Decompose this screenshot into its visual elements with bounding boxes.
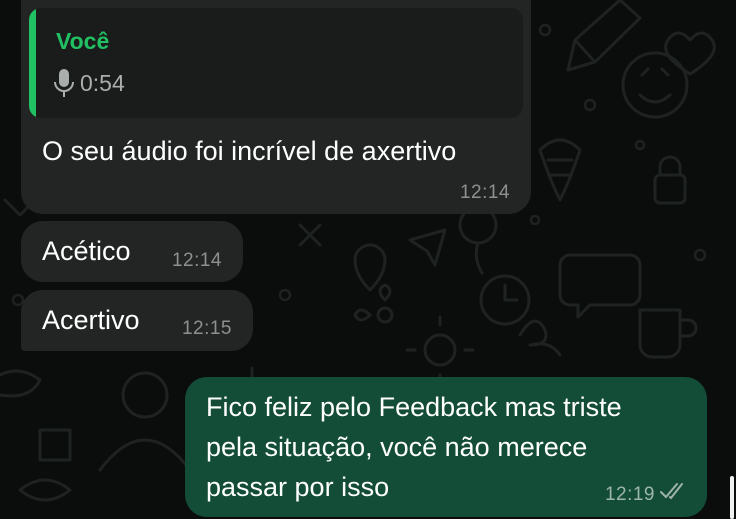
message-text-line: Fico feliz pelo Feedback mas triste bbox=[206, 392, 622, 422]
incoming-message-bubble[interactable]: Acético 12:14 bbox=[21, 221, 243, 282]
incoming-message-bubble[interactable]: Você 0:54 O seu áudio foi incrível de ax… bbox=[21, 0, 531, 214]
double-check-icon bbox=[660, 483, 683, 499]
message-text: Acético bbox=[42, 236, 131, 266]
quote-audio: 0:54 bbox=[53, 68, 125, 98]
outgoing-message-bubble[interactable]: Fico feliz pelo Feedback mas triste pela… bbox=[185, 377, 707, 517]
message-time: 12:15 bbox=[181, 318, 232, 339]
scrollbar[interactable] bbox=[730, 476, 734, 519]
message-text: O seu áudio foi incrível de axertivo bbox=[42, 136, 457, 166]
mic-icon bbox=[54, 69, 74, 97]
message-time: 12:14 bbox=[171, 250, 222, 271]
quoted-reply[interactable]: Você 0:54 bbox=[29, 8, 523, 118]
message-text-line: pela situação, você não merece bbox=[206, 432, 588, 462]
quote-accent-bar bbox=[29, 8, 36, 118]
message-text: Acertivo bbox=[42, 305, 140, 335]
message-text-line: passar por isso bbox=[206, 472, 390, 502]
audio-duration: 0:54 bbox=[80, 69, 125, 96]
quote-author: Você bbox=[56, 28, 110, 54]
message-time: 12:19 bbox=[604, 484, 655, 505]
incoming-message-bubble[interactable]: Acertivo 12:15 bbox=[21, 290, 253, 351]
message-time: 12:14 bbox=[459, 182, 510, 203]
